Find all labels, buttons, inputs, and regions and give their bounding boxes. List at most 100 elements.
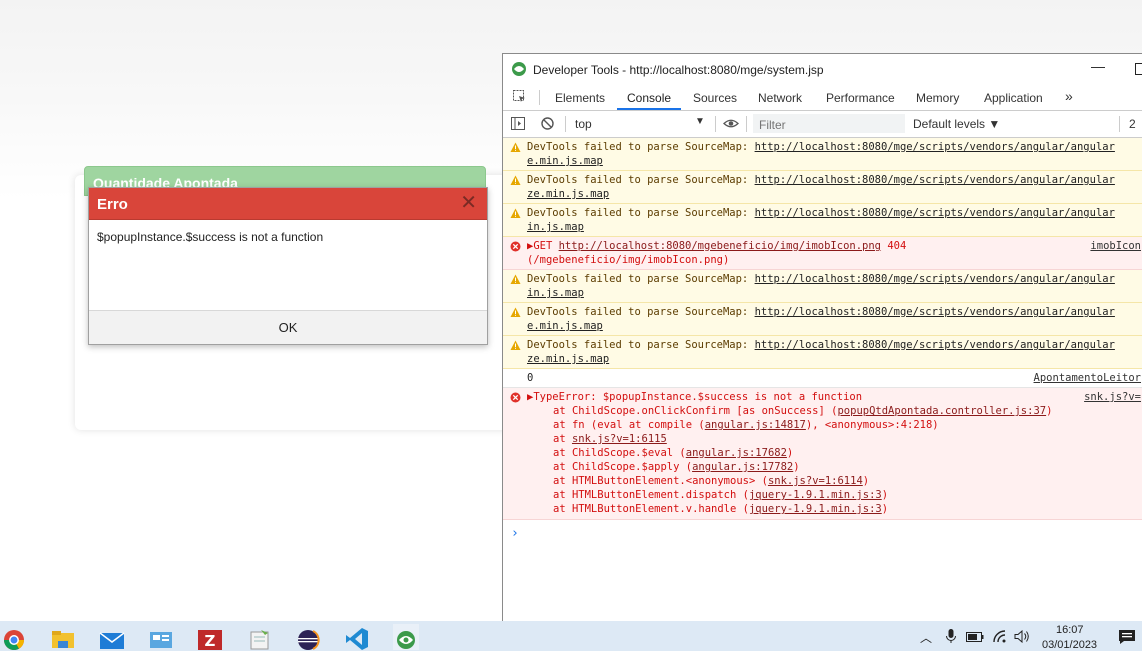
tab-console[interactable]: Console	[627, 91, 671, 105]
sankhya-icon[interactable]	[393, 624, 419, 650]
clock-date[interactable]: 03/01/2023	[1042, 639, 1097, 651]
stack-link[interactable]: jquery-1.9.1.min.js:3	[749, 489, 882, 501]
taskbar: Z ︿ 16:07 03/01/2023	[0, 621, 1142, 651]
error-icon	[510, 241, 521, 252]
toolbar-separator	[715, 116, 716, 132]
sourcemap-link[interactable]: http://localhost:8080/mge/scripts/vendor…	[755, 339, 1115, 351]
source-link[interactable]: snk.js?v=	[1084, 390, 1141, 404]
sourcemap-link[interactable]: http://localhost:8080/mge/scripts/vendor…	[755, 273, 1115, 285]
tab-performance[interactable]: Performance	[826, 91, 895, 105]
sourcemap-link-cont[interactable]: in.js.map	[527, 287, 584, 299]
source-link[interactable]: imobIcon	[1090, 239, 1141, 253]
stack-link[interactable]: angular.js:17782	[692, 461, 793, 473]
sourcemap-link-cont[interactable]: e.min.js.map	[527, 155, 603, 167]
warning-icon	[510, 142, 521, 152]
sourcemap-link-cont[interactable]: e.min.js.map	[527, 320, 603, 332]
clock-time[interactable]: 16:07	[1056, 624, 1084, 636]
console-warning: DevTools failed to parse SourceMap: http…	[503, 171, 1142, 204]
eye-icon[interactable]	[723, 118, 739, 129]
chrome-icon[interactable]	[1, 624, 27, 650]
notifications-icon[interactable]	[1118, 629, 1136, 645]
stack-link[interactable]: snk.js?v=1:6115	[572, 433, 667, 445]
console-toolbar: top ▼ Default levels ▼ 2	[503, 111, 1142, 138]
warning-text: DevTools failed to parse SourceMap:	[527, 306, 755, 318]
tab-separator	[539, 90, 540, 105]
sourcemap-link[interactable]: http://localhost:8080/mge/scripts/vendor…	[755, 174, 1115, 186]
devtools-titlebar: Developer Tools - http://localhost:8080/…	[503, 54, 1142, 84]
toolbar-separator	[1119, 116, 1120, 132]
volume-icon[interactable]	[1014, 630, 1030, 643]
battery-icon[interactable]	[966, 631, 984, 643]
request-path: (/mgebeneficio/img/imobIcon.png)	[527, 254, 730, 266]
stack-link[interactable]: angular.js:14817	[705, 419, 806, 431]
sourcemap-link[interactable]: http://localhost:8080/mge/scripts/vendor…	[755, 207, 1115, 219]
vscode-icon[interactable]	[344, 624, 370, 650]
dialog-title: Erro	[97, 196, 128, 213]
source-link[interactable]: ApontamentoLeitor	[1034, 371, 1141, 385]
sourcemap-link[interactable]: http://localhost:8080/mge/scripts/vendor…	[755, 141, 1115, 153]
sourcemap-link-cont[interactable]: ze.min.js.map	[527, 188, 609, 200]
stack-link[interactable]: popupQtdApontada.controller.js:37	[837, 405, 1046, 417]
request-method[interactable]: ▶GET	[527, 240, 559, 252]
mail-icon[interactable]	[99, 624, 125, 650]
tab-application[interactable]: Application	[984, 91, 1043, 105]
chevron-down-icon[interactable]: ▼	[695, 116, 705, 127]
console-prompt[interactable]: ›	[503, 520, 1142, 541]
notepad-icon[interactable]	[246, 624, 272, 650]
console-warning: DevTools failed to parse SourceMap: http…	[503, 270, 1142, 303]
svg-text:Z: Z	[205, 632, 216, 650]
stack-frame: at snk.js?v=1:6115	[553, 433, 667, 445]
more-tabs-icon[interactable]: »	[1065, 88, 1073, 104]
error-icon	[510, 392, 521, 403]
console-warning: DevTools failed to parse SourceMap: http…	[503, 336, 1142, 369]
issues-count[interactable]: 2	[1129, 117, 1136, 131]
tab-elements[interactable]: Elements	[555, 91, 605, 105]
console-warning: DevTools failed to parse SourceMap: http…	[503, 303, 1142, 336]
status-code: 404	[881, 240, 907, 252]
filter-input[interactable]	[753, 114, 901, 135]
eclipse-icon[interactable]	[295, 624, 321, 650]
error-headline[interactable]: ▶TypeError: $popupInstance.$success is n…	[527, 391, 862, 403]
filter-box	[753, 114, 905, 135]
warning-text: DevTools failed to parse SourceMap:	[527, 174, 755, 186]
request-url-link[interactable]: http://localhost:8080/mgebeneficio/img/i…	[559, 240, 881, 252]
ok-button[interactable]: OK	[89, 311, 487, 344]
console-output: DevTools failed to parse SourceMap: http…	[503, 138, 1142, 541]
sourcemap-link-cont[interactable]: in.js.map	[527, 221, 584, 233]
stack-frame: at HTMLButtonElement.dispatch (jquery-1.…	[553, 489, 889, 501]
sidebar-toggle-icon[interactable]	[511, 117, 525, 130]
stack-frame: at ChildScope.$eval (angular.js:17682)	[553, 447, 794, 459]
app-logo-icon	[512, 62, 526, 76]
warning-icon	[510, 175, 521, 185]
close-icon[interactable]: ✕	[460, 193, 477, 213]
stack-link[interactable]: angular.js:17682	[686, 447, 787, 459]
sourcemap-link[interactable]: http://localhost:8080/mge/scripts/vendor…	[755, 306, 1115, 318]
control-panel-icon[interactable]	[148, 624, 174, 650]
warning-text: DevTools failed to parse SourceMap:	[527, 339, 755, 351]
microphone-icon[interactable]	[945, 628, 957, 644]
context-select[interactable]: top	[575, 117, 705, 131]
inspect-element-icon[interactable]	[513, 90, 526, 103]
tab-memory[interactable]: Memory	[916, 91, 959, 105]
warning-icon	[510, 340, 521, 350]
sourcemap-link-cont[interactable]: ze.min.js.map	[527, 353, 609, 365]
wifi-icon[interactable]	[993, 630, 1009, 643]
warning-text: DevTools failed to parse SourceMap:	[527, 141, 755, 153]
stack-link[interactable]: snk.js?v=1:6114	[768, 475, 863, 487]
stack-link[interactable]: jquery-1.9.1.min.js:3	[749, 503, 882, 515]
filezilla-icon[interactable]: Z	[197, 624, 223, 650]
devtools-title: Developer Tools - http://localhost:8080/…	[533, 63, 824, 77]
warning-icon	[510, 307, 521, 317]
file-explorer-icon[interactable]	[50, 624, 76, 650]
console-error: ▶TypeError: $popupInstance.$success is n…	[503, 388, 1142, 520]
chevron-up-icon[interactable]: ︿	[920, 629, 932, 646]
log-levels-select[interactable]: Default levels ▼	[913, 117, 1000, 131]
warning-icon	[510, 274, 521, 284]
minimize-button[interactable]: —	[1091, 58, 1105, 74]
clear-console-icon[interactable]	[541, 117, 554, 130]
tab-network[interactable]: Network	[758, 91, 802, 105]
tab-sources[interactable]: Sources	[693, 91, 737, 105]
toolbar-separator	[565, 116, 566, 132]
maximize-button[interactable]	[1135, 63, 1142, 75]
stack-frame: at HTMLButtonElement.<anonymous> (snk.js…	[553, 475, 870, 487]
